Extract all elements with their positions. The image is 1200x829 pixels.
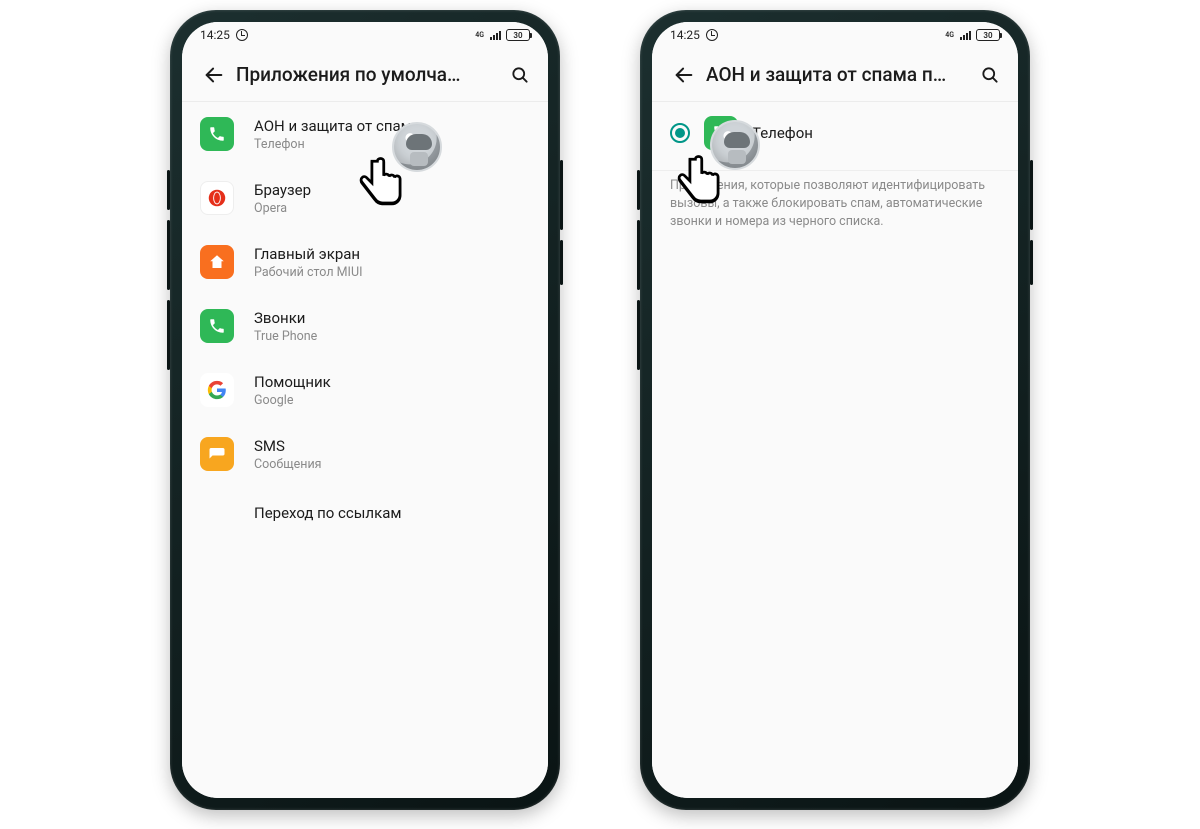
list-item-sub: Рабочий стол MIUI: [254, 265, 362, 280]
phone-right: 14:25 4G 30 АОН и защита от спама п…: [640, 10, 1030, 810]
status-time: 14:25: [670, 28, 700, 42]
list-item-sub: Opera: [254, 201, 311, 216]
list-item-title: Браузер: [254, 181, 311, 199]
arrow-left-icon: [203, 64, 225, 86]
list-item-sub: Google: [254, 393, 331, 408]
screen-caller-id-picker: 14:25 4G 30 АОН и защита от спама п…: [652, 22, 1018, 798]
opening-links-row[interactable]: Переход по ссылкам: [182, 486, 548, 540]
list-item-title: Звонки: [254, 309, 317, 327]
page-title: АОН и защита от спама п…: [702, 63, 972, 86]
signal-icon: [960, 30, 971, 40]
default-app-assistant[interactable]: Помощник Google: [182, 358, 548, 422]
phone-left: 14:25 4G 30 Приложения по умолча…: [170, 10, 560, 810]
list-item-sub: True Phone: [254, 329, 317, 344]
battery-icon: 30: [506, 29, 530, 41]
search-icon: [980, 65, 1000, 85]
list-item-title: АОН и защита от спама: [254, 117, 420, 135]
screen-default-apps: 14:25 4G 30 Приложения по умолча…: [182, 22, 548, 798]
battery-icon: 30: [976, 29, 1000, 41]
network-label: 4G: [475, 31, 484, 39]
list-item-title: Помощник: [254, 373, 331, 391]
list-item-sub: Телефон: [254, 137, 420, 152]
list-item-title: Главный экран: [254, 245, 362, 263]
setting-description: Приложения, которые позволяют идентифици…: [652, 170, 1018, 243]
default-app-browser[interactable]: Браузер Opera: [182, 166, 548, 230]
radio-selected-icon: [670, 123, 690, 143]
network-label: 4G: [945, 31, 954, 39]
default-app-calls[interactable]: Звонки True Phone: [182, 294, 548, 358]
search-button[interactable]: [972, 57, 1008, 93]
search-icon: [510, 65, 530, 85]
app-header: АОН и защита от спама п…: [652, 48, 1018, 102]
back-button[interactable]: [666, 57, 702, 93]
default-app-sms[interactable]: SMS Сообщения: [182, 422, 548, 486]
default-app-caller-id[interactable]: АОН и защита от спама Телефон: [182, 102, 548, 166]
page-title: Приложения по умолча…: [232, 63, 502, 86]
default-apps-list[interactable]: АОН и защита от спама Телефон Браузер Op…: [182, 102, 548, 798]
status-time: 14:25: [200, 28, 230, 42]
opera-app-icon: [200, 181, 234, 215]
phone-app-icon: [704, 116, 738, 150]
default-app-home[interactable]: Главный экран Рабочий стол MIUI: [182, 230, 548, 294]
calls-app-icon: [200, 309, 234, 343]
status-bar: 14:25 4G 30: [652, 22, 1018, 48]
app-picker: Телефон Приложения, которые позволяют ид…: [652, 102, 1018, 798]
alarm-icon: [706, 29, 718, 41]
app-option-label: Телефон: [752, 124, 813, 142]
signal-icon: [490, 30, 501, 40]
status-bar: 14:25 4G 30: [182, 22, 548, 48]
app-option-phone[interactable]: Телефон: [652, 102, 1018, 164]
alarm-icon: [236, 29, 248, 41]
search-button[interactable]: [502, 57, 538, 93]
sms-app-icon: [200, 437, 234, 471]
list-item-title: SMS: [254, 437, 322, 455]
back-button[interactable]: [196, 57, 232, 93]
arrow-left-icon: [673, 64, 695, 86]
phone-app-icon: [200, 117, 234, 151]
google-app-icon: [200, 373, 234, 407]
list-item-sub: Сообщения: [254, 457, 322, 472]
home-app-icon: [200, 245, 234, 279]
app-header: Приложения по умолча…: [182, 48, 548, 102]
